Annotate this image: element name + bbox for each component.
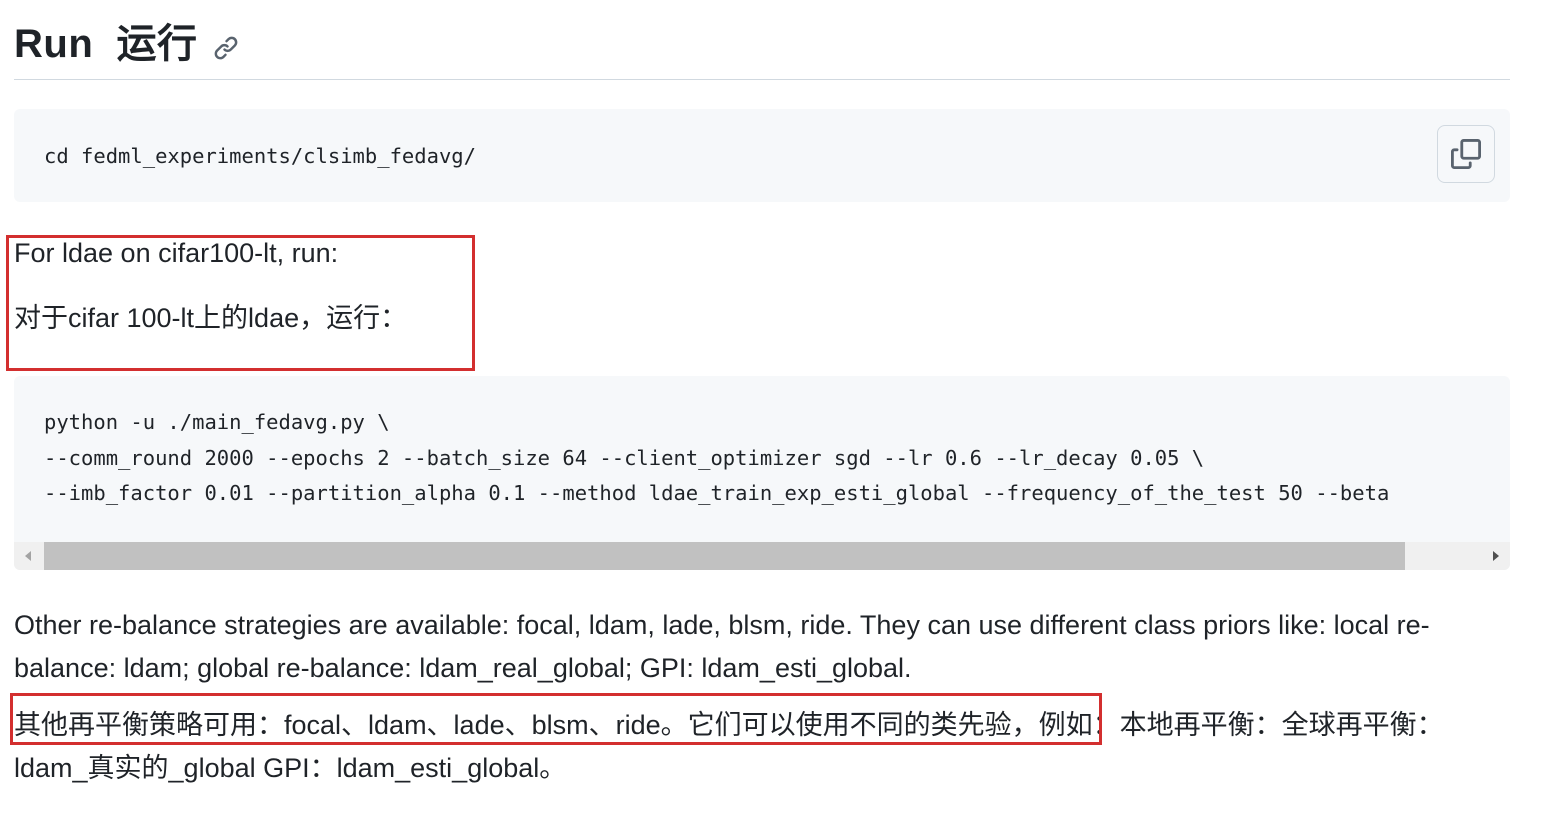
caret-left-icon (25, 551, 31, 561)
copy-button[interactable] (1437, 125, 1495, 183)
link-icon[interactable] (211, 33, 241, 63)
code-line: --imb_factor 0.01 --partition_alpha 0.1 … (44, 481, 1390, 505)
code-line: cd fedml_experiments/clsimb_fedavg/ (44, 144, 476, 168)
horizontal-scrollbar[interactable] (14, 542, 1510, 570)
code-block-python: python -u ./main_fedavg.py \ --comm_round… (14, 376, 1510, 570)
scroll-left-arrow[interactable] (14, 542, 42, 570)
code-content: python -u ./main_fedavg.py \ --comm_round… (44, 405, 1510, 512)
heading-title: Run 运行 (14, 22, 198, 66)
strategies-text-zh: 其他再平衡策略可用：focal、ldam、lade、blsm、ride。它们可以… (14, 710, 1444, 783)
copy-icon (1451, 139, 1481, 169)
heading-divider (14, 79, 1510, 80)
caret-right-icon (1493, 551, 1499, 561)
instruction-text-en: For ldae on cifar100-lt, run: (14, 238, 339, 268)
instruction-text-zh: 对于cifar 100-lt上的ldae，运行： (14, 303, 408, 333)
code-block-cd: cd fedml_experiments/clsimb_fedavg/ (14, 109, 1510, 202)
code-line: python -u ./main_fedavg.py \ (44, 410, 390, 434)
section-heading: Run 运行 (14, 16, 241, 72)
strategies-text-en: Other re-balance strategies are availabl… (14, 610, 1430, 683)
scroll-right-arrow[interactable] (1482, 542, 1510, 570)
scroll-thumb[interactable] (44, 542, 1405, 570)
code-line: --comm_round 2000 --epochs 2 --batch_siz… (44, 445, 1205, 470)
readme-section: Run 运行 cd fedml_experiments/clsimb_fedav… (0, 0, 1543, 813)
